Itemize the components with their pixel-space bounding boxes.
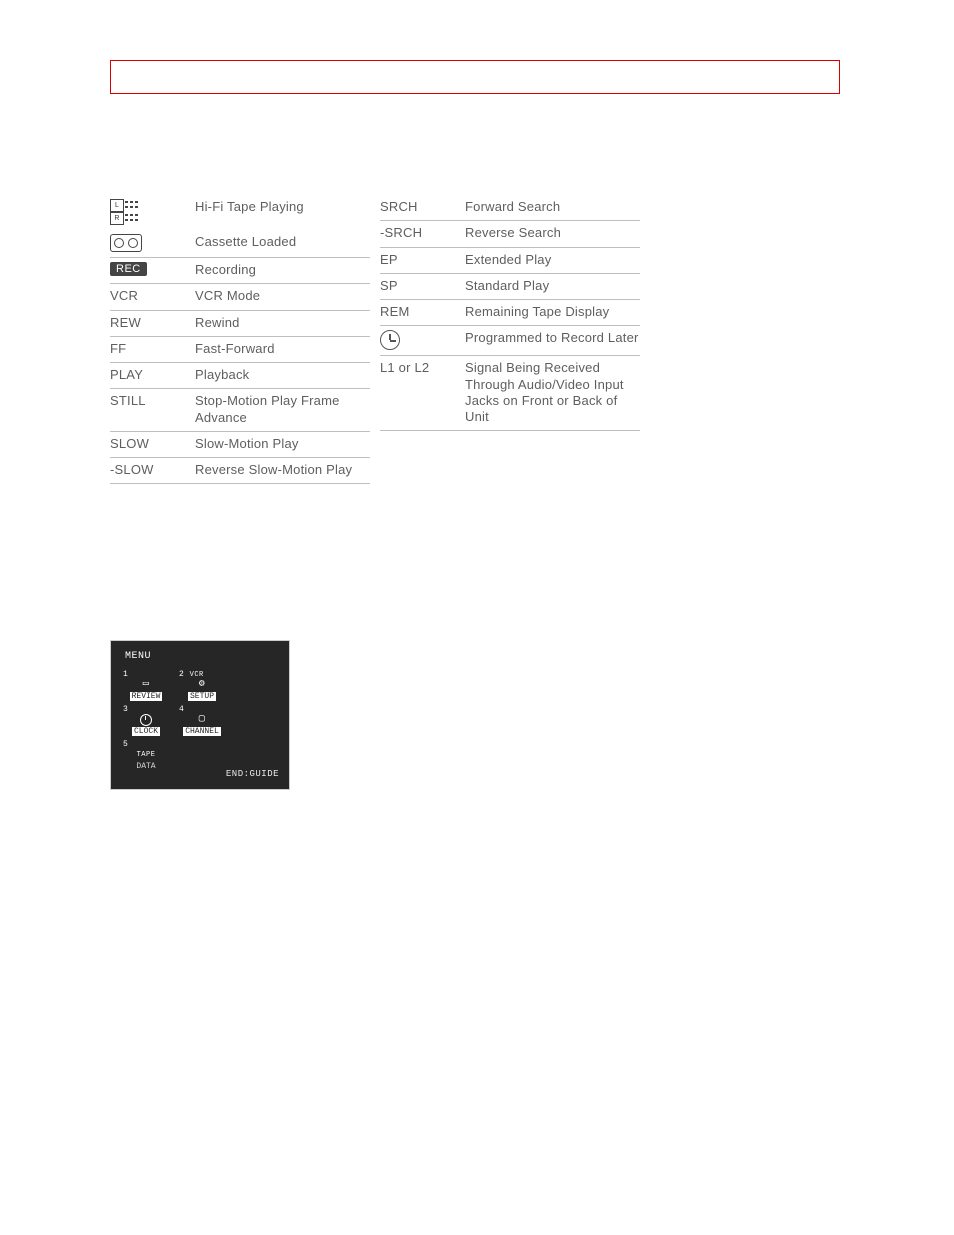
legend-symbol: REW: [110, 315, 195, 330]
legend-symbol: -SLOW: [110, 462, 195, 477]
legend-description: Programmed to Record Later: [465, 330, 640, 346]
legend-symbol: STILL: [110, 393, 195, 408]
legend-symbol: SLOW: [110, 436, 195, 451]
legend-row: SP Standard Play: [380, 274, 640, 300]
legend-description: Stop-Motion Play Frame Advance: [195, 393, 370, 426]
vcr-onscreen-menu: MENU 1 ▭ REVIEW 2 VCR ⚙ SETUP 3 CLOCK 4 …: [110, 640, 290, 790]
legend-row: STILL Stop-Motion Play Frame Advance: [110, 389, 370, 432]
display-legend: LR Hi-Fi Tape Playing Cassette Loaded RE…: [110, 195, 640, 484]
legend-description: Slow-Motion Play: [195, 436, 370, 452]
legend-row: Cassette Loaded: [110, 230, 370, 258]
legend-symbol: SRCH: [380, 199, 465, 214]
legend-description: Cassette Loaded: [195, 234, 370, 250]
legend-description: Fast-Forward: [195, 341, 370, 357]
legend-symbol: VCR: [110, 288, 195, 303]
header-empty-box: [110, 60, 840, 94]
legend-row: Programmed to Record Later: [380, 326, 640, 356]
menu-item-clock[interactable]: 3 CLOCK: [121, 705, 171, 736]
legend-symbol: SP: [380, 278, 465, 293]
legend-symbol: L1 or L2: [380, 360, 465, 375]
legend-description: Remaining Tape Display: [465, 304, 640, 320]
page-icon: ▭: [121, 679, 171, 691]
legend-row: REM Remaining Tape Display: [380, 300, 640, 326]
legend-row: SRCH Forward Search: [380, 195, 640, 221]
legend-row: REW Rewind: [110, 311, 370, 337]
cassette-icon: [110, 234, 195, 252]
clock-icon: [380, 330, 465, 350]
legend-row: -SRCH Reverse Search: [380, 221, 640, 247]
menu-title: MENU: [125, 651, 281, 662]
legend-symbol: PLAY: [110, 367, 195, 382]
legend-row: L1 or L2 Signal Being Received Through A…: [380, 356, 640, 431]
page: LR Hi-Fi Tape Playing Cassette Loaded RE…: [0, 0, 954, 1235]
legend-description: Forward Search: [465, 199, 640, 215]
legend-description: Reverse Slow-Motion Play: [195, 462, 370, 478]
legend-description: Extended Play: [465, 252, 640, 268]
legend-description: Reverse Search: [465, 225, 640, 241]
clock-icon: [121, 714, 171, 726]
legend-row: PLAY Playback: [110, 363, 370, 389]
menu-footer: END:GUIDE: [226, 769, 279, 779]
menu-item-channel[interactable]: 4 ▢ CHANNEL: [177, 705, 227, 736]
menu-items: 1 ▭ REVIEW 2 VCR ⚙ SETUP 3 CLOCK 4 ▢ CHA…: [121, 670, 281, 771]
legend-row: FF Fast-Forward: [110, 337, 370, 363]
legend-symbol: REM: [380, 304, 465, 319]
menu-item-subtext: TAPE: [121, 749, 171, 761]
legend-row: VCR VCR Mode: [110, 284, 370, 310]
tv-icon: ▢: [177, 714, 227, 726]
legend-description: Signal Being Received Through Audio/Vide…: [465, 360, 640, 425]
legend-description: Playback: [195, 367, 370, 383]
hifi-lr-bars-icon: LR: [110, 199, 195, 225]
legend-row: LR Hi-Fi Tape Playing: [110, 195, 370, 230]
rec-pill-icon: REC: [110, 262, 195, 276]
menu-item-tape-data[interactable]: 5 TAPE DATA: [121, 740, 171, 771]
tools-icon: ⚙: [177, 679, 227, 691]
legend-description: Standard Play: [465, 278, 640, 294]
legend-symbol: FF: [110, 341, 195, 356]
legend-row: -SLOW Reverse Slow-Motion Play: [110, 458, 370, 484]
legend-description: Rewind: [195, 315, 370, 331]
menu-item-setup[interactable]: 2 VCR ⚙ SETUP: [177, 670, 227, 701]
legend-symbol: EP: [380, 252, 465, 267]
legend-row: EP Extended Play: [380, 248, 640, 274]
legend-description: Hi-Fi Tape Playing: [195, 199, 370, 215]
legend-column-right: SRCH Forward Search -SRCH Reverse Search…: [380, 195, 640, 484]
legend-row: SLOW Slow-Motion Play: [110, 432, 370, 458]
legend-row: REC Recording: [110, 258, 370, 284]
legend-description: Recording: [195, 262, 370, 278]
legend-column-left: LR Hi-Fi Tape Playing Cassette Loaded RE…: [110, 195, 370, 484]
menu-item-review[interactable]: 1 ▭ REVIEW: [121, 670, 171, 701]
legend-description: VCR Mode: [195, 288, 370, 304]
legend-symbol: -SRCH: [380, 225, 465, 240]
